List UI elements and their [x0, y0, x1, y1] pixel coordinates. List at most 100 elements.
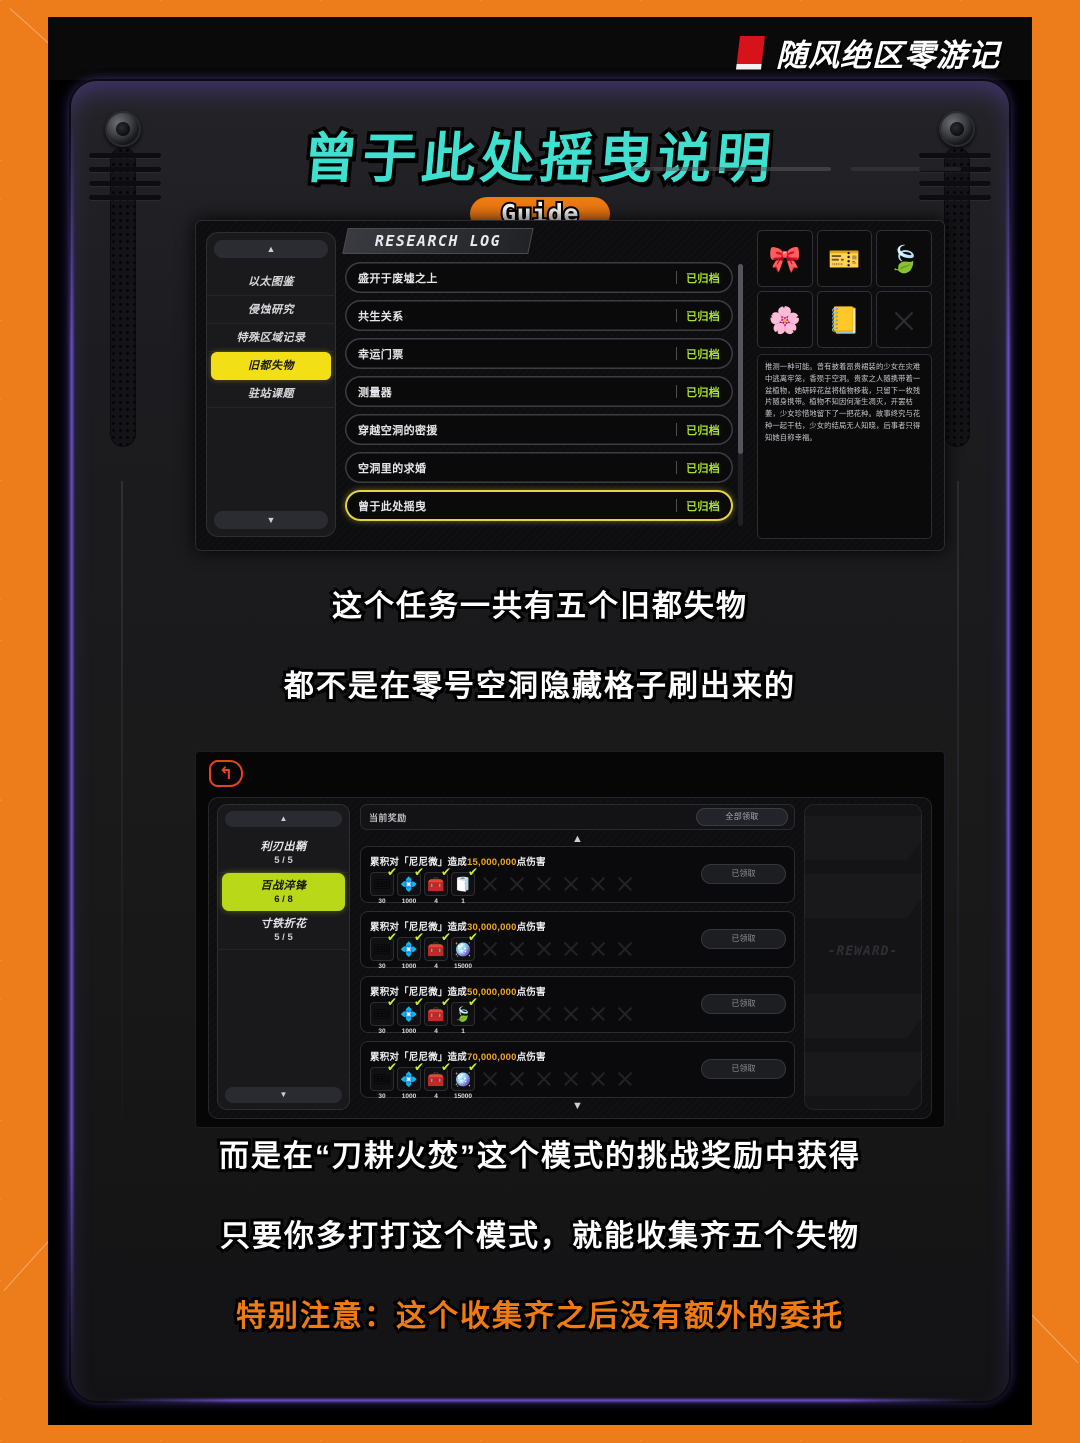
poster-card: 随风绝区零游记 曾于此处摇曳说明 Guide ▲ 以太图鉴 侵蚀研究 特殊区域记…	[48, 17, 1032, 1425]
empty-reward-slot	[532, 872, 556, 896]
reward-item[interactable]: 🎟 ✔ 30	[370, 1061, 397, 1098]
claimed-button[interactable]: 已领取	[701, 864, 786, 884]
claimed-button[interactable]: 已领取	[701, 929, 786, 949]
sidebar-item-4[interactable]: 驻站课题	[206, 380, 336, 408]
research-entry-row[interactable]: 空洞里的求婚 已归档	[345, 452, 733, 483]
empty-reward-slot	[613, 1002, 637, 1026]
lost-item-slot[interactable]: 🌸	[757, 291, 813, 348]
research-log-title-text: RESEARCH LOG	[374, 232, 502, 250]
empty-reward-slot	[613, 1067, 637, 1091]
research-entry-row[interactable]: 测量器 已归档	[345, 376, 733, 407]
reward-item[interactable]: 💠 ✔ 1000	[397, 931, 424, 968]
reward-list: 累积对「尼尼微」造成15,000,000点伤害 🎟 ✔ 30 💠 ✔ 1000 🧰 ✔ 4 🧻 ✔ 1 已…	[360, 846, 795, 1106]
reward-item-qty: 4	[434, 1092, 438, 1098]
research-sidebar: ▲ 以太图鉴 侵蚀研究 特殊区域记录 旧都失物 驻站课题 ▼	[206, 232, 336, 537]
reward-screenshot: ↰ ▲ 利刃出鞘 5 / 5 百战淬锋 6 / 8 寸铁折花 5 / 5 ▼ 当前奖励 全…	[195, 751, 945, 1128]
divider	[676, 461, 678, 474]
z-stripe-decor	[804, 874, 922, 918]
research-entry-name: 盛开于废墟之上	[358, 272, 438, 285]
reward-item[interactable]: 🧰 ✔ 4	[424, 996, 451, 1033]
mode-item-0[interactable]: 利刃出鞘 5 / 5	[217, 834, 350, 873]
reward-item[interactable]: 🧰 ✔ 4	[424, 1061, 451, 1098]
sidebar-scroll-down[interactable]: ▼	[214, 511, 328, 529]
reward-item-qty: 1	[461, 1027, 465, 1033]
reward-main-column: 当前奖励 全部领取 ▲ 累积对「尼尼微」造成15,000,000点伤害 🎟 ✔ 30 💠…	[360, 804, 795, 1112]
status-badge: 已归档	[686, 272, 720, 285]
channel-name: 随风绝区零游记	[776, 38, 1000, 73]
mode-item-2[interactable]: 寸铁折花 5 / 5	[217, 911, 350, 950]
status-badge: 已归档	[686, 500, 720, 513]
reward-item-qty: 30	[378, 1027, 386, 1033]
reward-item[interactable]: 🧰 ✔ 4	[424, 866, 451, 903]
reward-item[interactable]: 🧻 ✔ 1	[451, 866, 478, 903]
empty-reward-slot	[478, 1067, 502, 1091]
empty-reward-slot	[505, 1002, 529, 1026]
status-badge: 已归档	[686, 462, 720, 475]
research-entry-name: 幸运门票	[358, 348, 404, 361]
reward-item[interactable]: 🍃 ✔ 1	[451, 996, 478, 1033]
side-cable	[121, 481, 123, 1121]
lost-item-slot[interactable]: 📒	[816, 291, 873, 348]
research-entry-row[interactable]: 共生关系 已归档	[345, 300, 733, 331]
reward-item[interactable]: 🪩 ✔ 15000	[451, 1061, 478, 1098]
divider	[676, 499, 678, 512]
back-icon[interactable]: ↰	[209, 760, 243, 787]
check-icon: ✔	[413, 865, 424, 879]
reward-item[interactable]: 🎟 ✔ 30	[370, 931, 397, 968]
check-icon: ✔	[467, 995, 478, 1009]
reward-body: ▲ 利刃出鞘 5 / 5 百战淬锋 6 / 8 寸铁折花 5 / 5 ▼ 当前奖励 全部领…	[208, 797, 932, 1119]
reward-preview-pane: -REWARD-	[804, 804, 922, 1110]
reward-item[interactable]: 🎟 ✔ 30	[370, 866, 397, 903]
reward-item[interactable]: 💠 ✔ 1000	[397, 996, 424, 1033]
side-cable	[957, 481, 959, 1121]
mode-scroll-up[interactable]: ▲	[225, 811, 342, 827]
sidebar-item-3[interactable]: 旧都失物	[211, 352, 331, 380]
reward-item[interactable]: 🎟 ✔ 30	[370, 996, 397, 1033]
status-badge: 已归档	[686, 348, 720, 361]
research-entry-row[interactable]: 盛开于废墟之上 已归档	[345, 262, 733, 293]
reward-scroll-down-icon[interactable]: ▼	[572, 1101, 583, 1112]
lost-item-slot[interactable]: 🎫	[816, 230, 873, 287]
mode-item-1[interactable]: 百战淬锋 6 / 8	[222, 873, 345, 911]
reward-suffix: 点伤害	[516, 1052, 546, 1063]
claim-all-button[interactable]: 全部领取	[696, 808, 788, 826]
reward-scroll-up-icon[interactable]: ▲	[572, 834, 583, 845]
lost-item-slot[interactable]: 🍃	[876, 230, 932, 287]
mode-sidebar: ▲ 利刃出鞘 5 / 5 百战淬锋 6 / 8 寸铁折花 5 / 5 ▼	[217, 804, 350, 1110]
claimed-button[interactable]: 已领取	[701, 1059, 786, 1079]
top-bar: 随风绝区零游记	[48, 17, 1032, 80]
lost-item-description: 推测一种可能。曾有披着昂贵裙装的少女在灾难中逃离牢笼，香殒于空洞。贵家之人随携带…	[757, 354, 932, 539]
mode-scroll-down[interactable]: ▼	[225, 1087, 342, 1103]
research-list-scrollbar[interactable]	[738, 264, 743, 526]
research-entry-row[interactable]: 幸运门票 已归档	[345, 338, 733, 369]
empty-reward-slot	[559, 1002, 583, 1026]
device-frame: 曾于此处摇曳说明 Guide ▲ 以太图鉴 侵蚀研究 特殊区域记录 旧都失物 驻站课题 …	[70, 81, 1010, 1402]
research-entry-row[interactable]: 穿越空洞的密援 已归档	[345, 414, 733, 445]
sidebar-item-0[interactable]: 以太图鉴	[206, 268, 336, 296]
empty-reward-slot	[532, 1067, 556, 1091]
check-icon: ✔	[440, 995, 451, 1009]
claimed-button[interactable]: 已领取	[701, 994, 786, 1014]
reward-item[interactable]: 🪩 ✔ 15000	[451, 931, 478, 968]
reward-item-qty: 1000	[401, 962, 417, 968]
research-category-list: 以太图鉴 侵蚀研究 特殊区域记录 旧都失物 驻站课题	[206, 268, 336, 408]
status-badge: 已归档	[686, 310, 720, 323]
reward-item-qty: 15000	[453, 962, 473, 968]
reward-item[interactable]: 🧰 ✔ 4	[424, 931, 451, 968]
check-icon: ✔	[467, 930, 478, 944]
lost-item-slot[interactable]: 🎀	[757, 230, 813, 287]
reward-item[interactable]: 💠 ✔ 1000	[397, 866, 424, 903]
check-icon: ✔	[413, 930, 424, 944]
reward-suffix: 点伤害	[516, 922, 546, 933]
research-entry-row[interactable]: 曾于此处摇曳 已归档	[345, 490, 733, 521]
empty-reward-slot	[478, 1002, 502, 1026]
sidebar-item-2[interactable]: 特殊区域记录	[206, 324, 336, 352]
reward-item[interactable]: 💠 ✔ 1000	[397, 1061, 424, 1098]
reward-row: 累积对「尼尼微」造成30,000,000点伤害 🎟 ✔ 30 💠 ✔ 1000 🧰 ✔ 4 🪩 ✔ 15…	[360, 911, 795, 968]
reward-item-qty: 1	[461, 897, 465, 903]
sidebar-scroll-up[interactable]: ▲	[214, 240, 328, 258]
empty-item-slot[interactable]	[876, 291, 932, 348]
caption-bottom-line1: 而是在“刀耕火焚”这个模式的挑战奖励中获得	[216, 1137, 862, 1176]
sidebar-item-1[interactable]: 侵蚀研究	[206, 296, 336, 324]
reward-item-qty: 4	[434, 962, 438, 968]
